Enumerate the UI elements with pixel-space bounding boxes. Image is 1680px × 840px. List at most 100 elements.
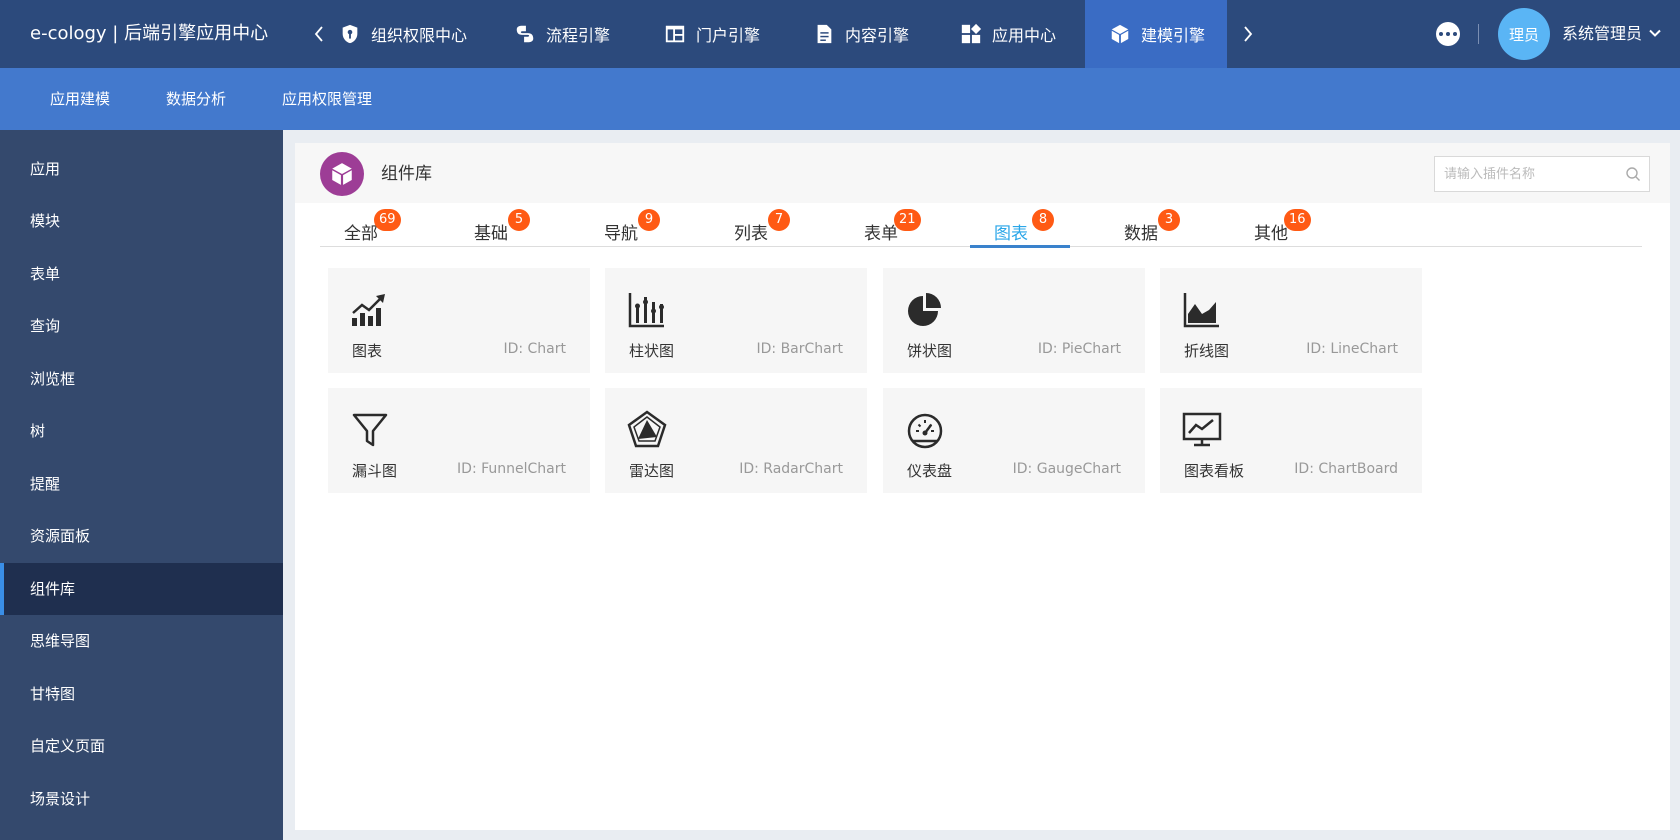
search-input[interactable] xyxy=(1435,157,1615,191)
card-id: ID: Chart xyxy=(503,341,566,357)
nav-tab-label: 应用中心 xyxy=(992,26,1057,45)
card-name: 折线图 xyxy=(1184,342,1230,360)
component-card-funnel-chart[interactable]: 漏斗图 ID: FunnelChart xyxy=(328,388,590,493)
cube-icon xyxy=(332,163,352,185)
app-title: e-cology | 后端引擎应用中心 xyxy=(30,23,269,44)
panel-header: 组件库 xyxy=(295,143,1670,203)
area-chart-icon xyxy=(1183,293,1219,328)
card-id: ID: PieChart xyxy=(1037,341,1121,357)
tab-label: 表单 xyxy=(864,224,898,244)
subnav-item-app-modeling[interactable]: 应用建模 xyxy=(50,68,110,130)
sidebar-item-form[interactable]: 表单 xyxy=(0,248,283,300)
tab-chart[interactable]: 图表 8 xyxy=(970,203,1070,248)
card-id: ID: BarChart xyxy=(756,341,844,357)
active-tab-indicator xyxy=(970,245,1070,248)
tab-other[interactable]: 其他 16 xyxy=(1230,203,1330,247)
sidebar-item-tree[interactable]: 树 xyxy=(0,405,283,457)
count-badge: 8 xyxy=(1032,209,1054,231)
card-name: 柱状图 xyxy=(629,342,675,360)
sidebar-item-gantt[interactable]: 甘特图 xyxy=(0,668,283,720)
tab-label: 数据 xyxy=(1124,224,1158,244)
component-card-line-chart[interactable]: 折线图 ID: LineChart xyxy=(1160,268,1422,373)
count-badge: 9 xyxy=(638,209,660,231)
chevron-down-icon[interactable] xyxy=(1648,26,1662,40)
nav-tab-portal[interactable]: 门户引擎 xyxy=(640,0,784,68)
user-name[interactable]: 系统管理员 xyxy=(1562,0,1642,68)
tab-navigation[interactable]: 导航 9 xyxy=(580,203,680,247)
chevron-right-icon xyxy=(1244,26,1253,42)
nav-next-button[interactable] xyxy=(1236,0,1260,68)
card-id: ID: FunnelChart xyxy=(457,461,566,477)
count-badge: 16 xyxy=(1284,209,1311,231)
more-dot-icon xyxy=(1453,32,1457,36)
sidebar-item-module[interactable]: 模块 xyxy=(0,195,283,247)
count-badge: 5 xyxy=(508,209,530,231)
nav-tab-label: 门户引擎 xyxy=(696,26,761,45)
nav-tab-app-center[interactable]: 应用中心 xyxy=(936,0,1080,68)
more-menu-button[interactable] xyxy=(1436,22,1460,46)
cube-icon xyxy=(1111,24,1129,44)
sidebar-item-custom-page[interactable]: 自定义页面 xyxy=(0,720,283,772)
component-card-radar-chart[interactable]: 雷达图 ID: RadarChart xyxy=(605,388,867,493)
panel-logo xyxy=(320,152,364,196)
nav-tab-content[interactable]: 内容引擎 xyxy=(789,0,933,68)
portal-icon xyxy=(665,25,685,43)
tab-label: 基础 xyxy=(474,224,508,244)
bar-chart-icon xyxy=(628,293,664,328)
chart-trend-icon xyxy=(352,294,385,326)
sidebar-item-component-library[interactable]: 组件库 xyxy=(0,563,283,615)
card-name: 雷达图 xyxy=(629,462,675,480)
tab-all[interactable]: 全部 69 xyxy=(320,203,420,247)
avatar[interactable]: 理员 xyxy=(1498,8,1550,60)
component-card-chart-board[interactable]: 图表看板 ID: ChartBoard xyxy=(1160,388,1422,493)
page-title: 组件库 xyxy=(381,164,432,184)
chart-board-icon xyxy=(1182,412,1222,447)
nav-tab-label: 内容引擎 xyxy=(845,26,910,45)
tab-form[interactable]: 表单 21 xyxy=(840,203,940,247)
tab-basic[interactable]: 基础 5 xyxy=(450,203,550,247)
component-card-pie-chart[interactable]: 饼状图 ID: PieChart xyxy=(883,268,1145,373)
component-library-panel: 组件库 全部 69 基础 5 导航 9 列表 7 表单 21 图表 8 xyxy=(295,143,1670,830)
top-bar: e-cology | 后端引擎应用中心 组织权限中心 流程引擎 门户引擎 内容引… xyxy=(0,0,1680,68)
sidebar-item-query[interactable]: 查询 xyxy=(0,300,283,352)
sidebar-item-browser[interactable]: 浏览框 xyxy=(0,353,283,405)
card-id: ID: GaugeChart xyxy=(1012,461,1121,477)
sidebar-item-mind-map[interactable]: 思维导图 xyxy=(0,615,283,667)
nav-tab-workflow[interactable]: 流程引擎 xyxy=(490,0,634,68)
card-name: 仪表盘 xyxy=(907,462,953,480)
shield-key-icon xyxy=(342,24,358,44)
radar-chart-icon xyxy=(627,410,667,448)
nav-tab-label: 建模引擎 xyxy=(1141,26,1206,45)
card-id: ID: LineChart xyxy=(1306,341,1398,357)
more-dot-icon xyxy=(1446,32,1450,36)
divider xyxy=(1478,24,1479,44)
subnav-item-app-permission[interactable]: 应用权限管理 xyxy=(282,68,372,130)
component-card-gauge-chart[interactable]: 仪表盘 ID: GaugeChart xyxy=(883,388,1145,493)
card-name: 饼状图 xyxy=(907,342,953,360)
search-box xyxy=(1434,156,1650,192)
category-tabs: 全部 69 基础 5 导航 9 列表 7 表单 21 图表 8 数据 3 其他 xyxy=(320,203,1642,248)
component-card-chart[interactable]: 图表 ID: Chart xyxy=(328,268,590,373)
more-dot-icon xyxy=(1439,32,1443,36)
sidebar-item-resource-panel[interactable]: 资源面板 xyxy=(0,510,283,562)
count-badge: 69 xyxy=(374,209,401,231)
nav-tab-label: 流程引擎 xyxy=(546,26,611,45)
nav-tab-modeling[interactable]: 建模引擎 xyxy=(1085,0,1227,68)
subnav-item-data-analysis[interactable]: 数据分析 xyxy=(166,68,226,130)
card-name: 图表看板 xyxy=(1184,462,1245,480)
tab-list[interactable]: 列表 7 xyxy=(710,203,810,247)
tab-label: 图表 xyxy=(994,224,1028,244)
card-name: 图表 xyxy=(352,342,383,360)
component-card-bar-chart[interactable]: 柱状图 ID: BarChart xyxy=(605,268,867,373)
card-id: ID: ChartBoard xyxy=(1294,461,1398,477)
sidebar-item-reminder[interactable]: 提醒 xyxy=(0,458,283,510)
tab-label: 导航 xyxy=(604,224,638,244)
sidebar-item-scene-design[interactable]: 场景设计 xyxy=(0,773,283,825)
count-badge: 21 xyxy=(894,209,921,231)
tab-data[interactable]: 数据 3 xyxy=(1100,203,1200,247)
nav-tab-label: 组织权限中心 xyxy=(371,26,468,45)
count-badge: 7 xyxy=(768,209,790,231)
search-icon[interactable] xyxy=(1625,166,1641,182)
sidebar-item-app[interactable]: 应用 xyxy=(0,143,283,195)
nav-tab-org-permission[interactable]: 组织权限中心 xyxy=(315,0,491,68)
